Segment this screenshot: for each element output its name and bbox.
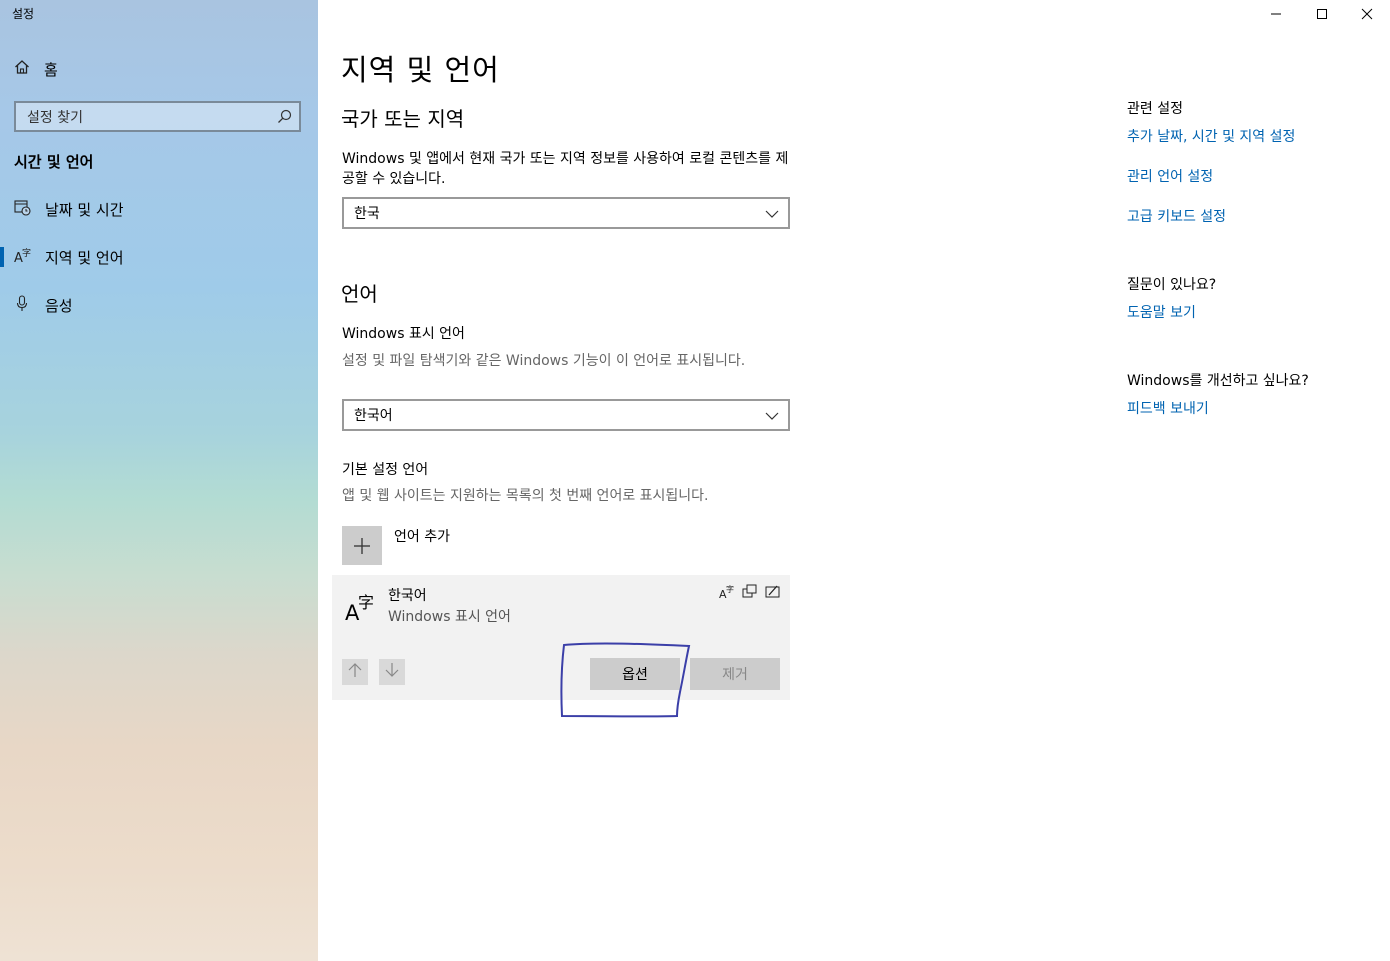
arrow-up-icon [348,662,362,682]
language-capabilities: A字 [719,584,780,603]
maximize-icon [1316,5,1328,24]
related-settings-heading: 관련 설정 [1127,101,1183,117]
display-language-desc: 설정 및 파일 탐색기와 같은 Windows 기능이 이 언어로 표시됩니다. [342,353,746,369]
search-placeholder: 설정 찾기 [27,109,83,126]
close-button[interactable] [1344,0,1390,28]
link-administrative-language[interactable]: 관리 언어 설정 [1127,166,1213,186]
sidebar-item-region-language[interactable]: A字 지역 및 언어 [0,245,124,269]
language-name: 한국어 [388,588,427,604]
window-title: 설정 [12,7,35,21]
display-language-capability-icon: A字 [719,584,734,603]
country-region-value: 한국 [354,206,380,222]
move-down-button[interactable] [379,659,405,685]
microphone-icon [14,294,31,316]
region-description: Windows 및 앱에서 현재 국가 또는 지역 정보를 사용하여 로컬 콘텐… [342,151,789,187]
svg-text:字: 字 [358,593,374,612]
minimize-icon [1270,5,1282,24]
display-language-value: 한국어 [354,408,393,424]
language-heading: 언어 [341,282,378,306]
chevron-down-icon [765,409,779,425]
add-language-button[interactable]: 언어 추가 [342,526,450,565]
language-list-item[interactable]: A字 한국어 Windows 표시 언어 A字 옵션 제거 [332,575,790,700]
search-input[interactable]: 설정 찾기 [14,101,301,132]
display-language-label: Windows 표시 언어 [342,326,465,342]
sidebar: 설정 홈 설정 찾기 시간 및 언어 날짜 및 시간 A字 지역 및 언어 음성 [0,0,318,961]
options-button[interactable]: 옵션 [590,658,680,690]
plus-icon [342,526,382,565]
sidebar-item-label: 지역 및 언어 [45,248,124,267]
maximize-button[interactable] [1299,0,1345,28]
search-icon[interactable] [277,109,292,128]
speech-capability-icon [742,584,757,603]
chevron-down-icon [765,207,779,223]
arrow-down-icon [385,662,399,682]
sidebar-section-title: 시간 및 언어 [14,153,94,171]
svg-text:字: 字 [22,247,31,259]
link-advanced-keyboard[interactable]: 고급 키보드 설정 [1127,206,1226,226]
remove-button[interactable]: 제거 [690,658,780,690]
home-icon [14,59,30,79]
nav-home[interactable]: 홈 [14,57,58,81]
sidebar-item-speech[interactable]: 음성 [14,293,73,317]
close-icon [1361,5,1373,24]
region-heading: 국가 또는 지역 [341,107,465,131]
language-icon: A字 [345,591,377,628]
language-subtitle: Windows 표시 언어 [388,609,511,625]
language-icon: A字 [14,247,31,268]
link-get-help[interactable]: 도움말 보기 [1127,302,1196,322]
nav-home-label: 홈 [44,60,58,79]
sidebar-item-label: 음성 [45,296,73,315]
add-language-label: 언어 추가 [394,529,450,545]
calendar-clock-icon [14,199,31,220]
preferred-language-label: 기본 설정 언어 [342,462,429,478]
svg-text:字: 字 [726,584,734,594]
display-language-select[interactable]: 한국어 [342,399,790,431]
handwriting-capability-icon [765,584,780,603]
improve-heading: Windows를 개선하고 싶나요? [1127,373,1309,389]
page-title: 지역 및 언어 [341,53,500,87]
link-additional-date-time-region[interactable]: 추가 날짜, 시간 및 지역 설정 [1127,126,1295,146]
minimize-button[interactable] [1253,0,1299,28]
sidebar-item-label: 날짜 및 시간 [45,200,124,219]
link-feedback[interactable]: 피드백 보내기 [1127,398,1209,418]
question-heading: 질문이 있나요? [1127,277,1217,293]
sidebar-item-date-time[interactable]: 날짜 및 시간 [14,197,124,221]
country-region-select[interactable]: 한국 [342,197,790,229]
move-up-button[interactable] [342,659,368,685]
preferred-language-desc: 앱 및 웹 사이트는 지원하는 목록의 첫 번째 언어로 표시됩니다. [342,488,709,504]
